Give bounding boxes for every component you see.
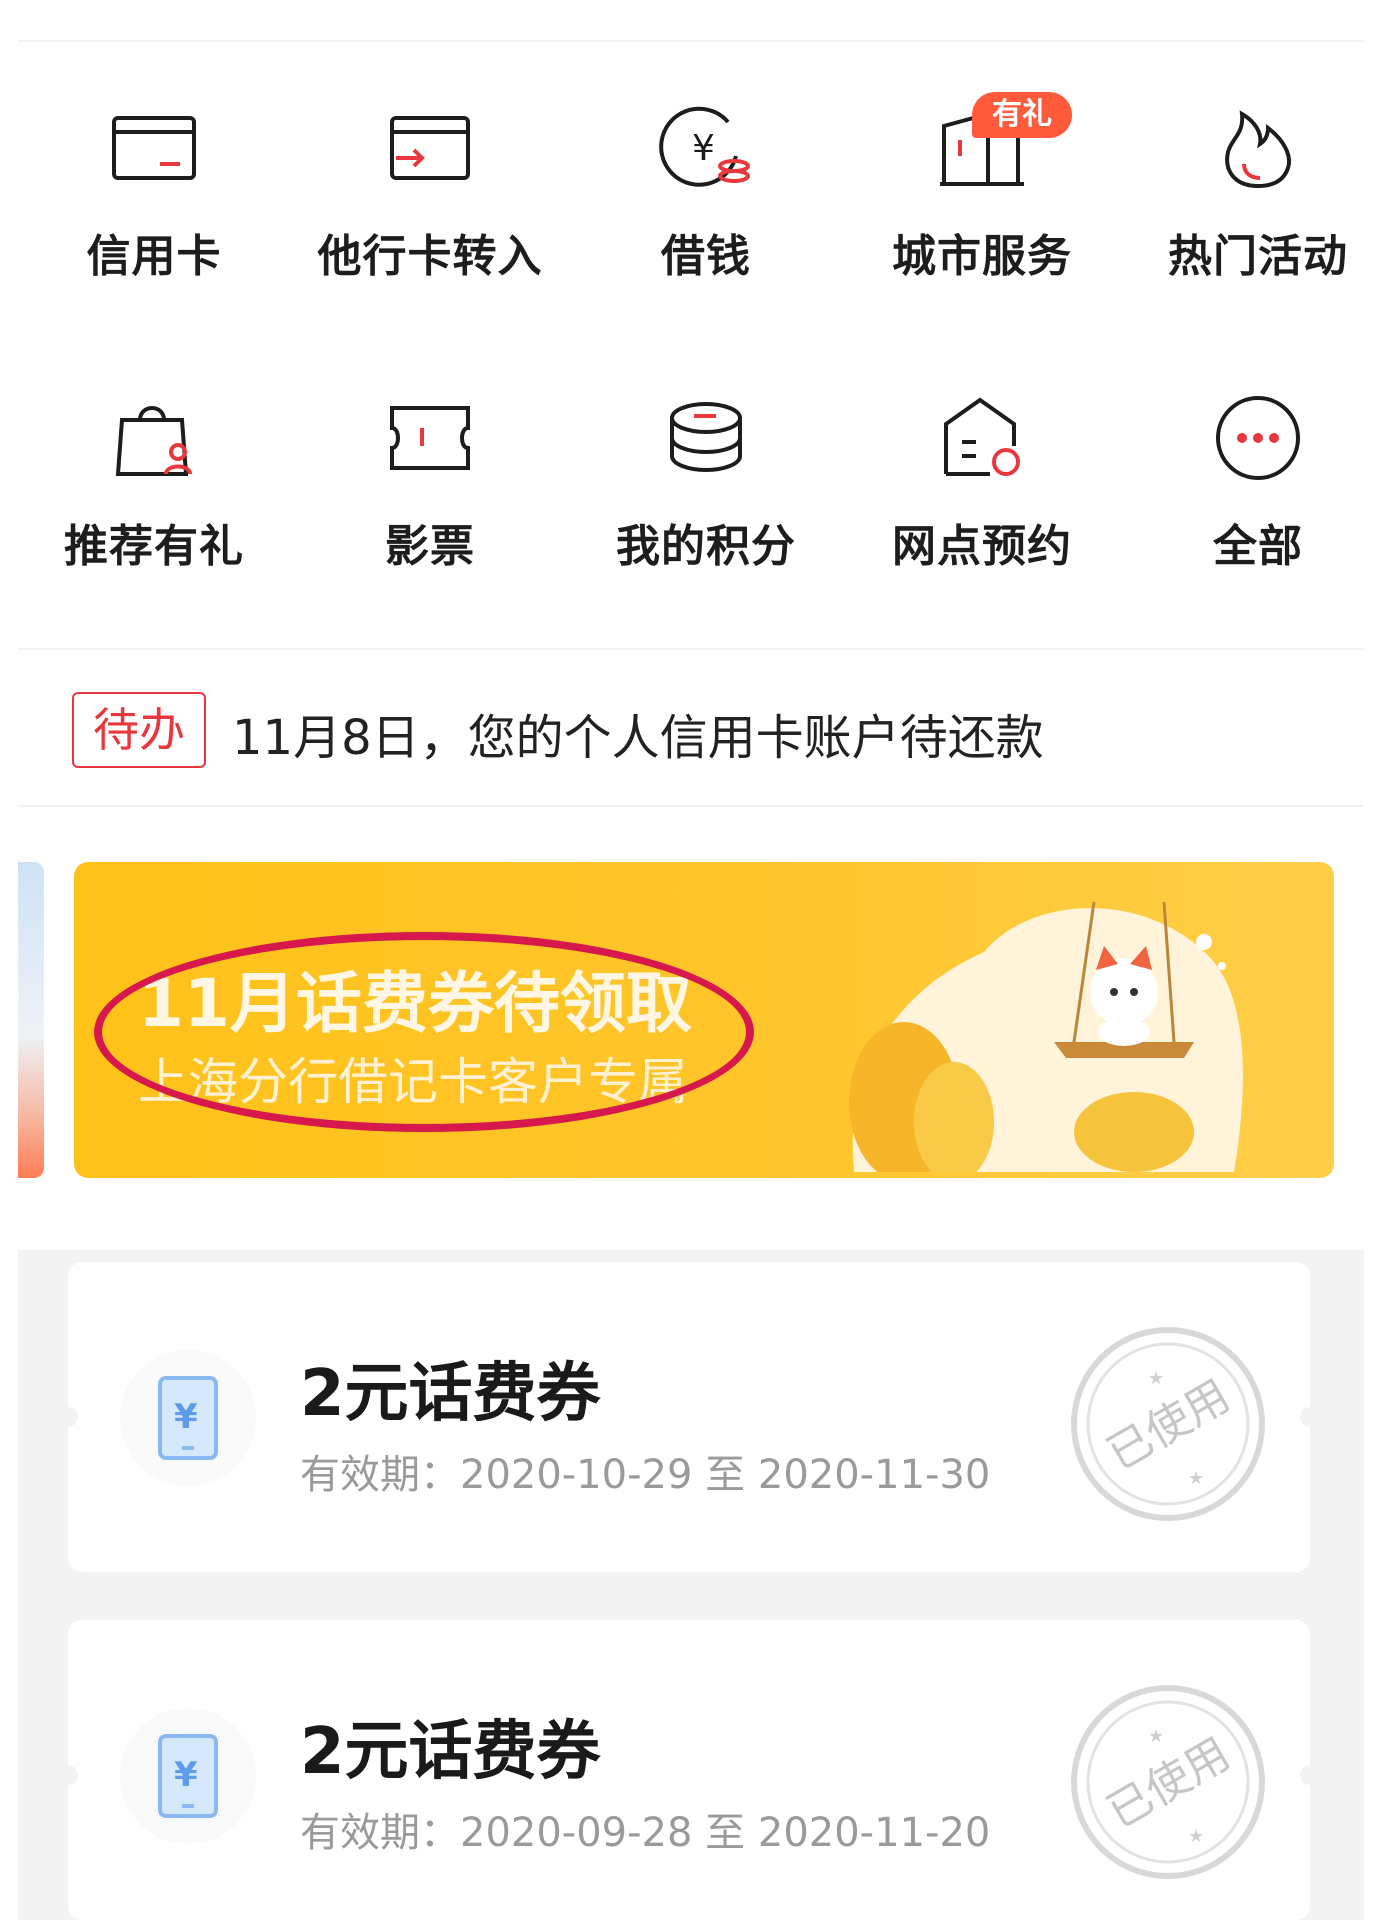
service-hot-activity[interactable]: 热门活动 [1120,90,1382,310]
service-label: 借钱 [661,231,751,282]
service-label: 热门活动 [1168,231,1348,282]
section-divider [18,805,1364,807]
service-all[interactable]: 全部 [1120,380,1382,600]
section-divider [18,648,1364,650]
credit-card-icon [106,100,202,196]
service-label: 网点预约 [892,521,1072,572]
svg-text:★: ★ [1148,1368,1164,1389]
coupon-card[interactable]: ¥ 2元话费券 有效期：2020-10-29 至 2020-11-30 已使用 … [58,1262,1320,1572]
todo-tag: 待办 [72,692,206,768]
highlight-annotation [94,932,754,1132]
movie-ticket-icon [382,390,478,486]
service-referral[interactable]: 推荐有礼 [16,380,292,600]
flame-icon [1210,100,1306,196]
service-label: 全部 [1213,521,1303,572]
service-movie-ticket[interactable]: 影票 [292,380,568,600]
coins-stack-icon [658,390,754,486]
service-label: 城市服务 [892,231,1072,282]
more-dots-icon [1210,390,1306,486]
banner-illustration [834,872,1254,1178]
service-label: 我的积分 [616,521,796,572]
service-branch-booking[interactable]: 网点预约 [844,380,1120,600]
svg-text:已使用: 已使用 [1099,1370,1239,1480]
card-transfer-icon [382,100,478,196]
coupon-notch [58,1765,78,1785]
svg-text:¥: ¥ [692,128,715,169]
coupon-name: 2元话费券 [300,1357,601,1431]
service-credit-card[interactable]: 信用卡 [16,90,292,310]
todo-text: 11月8日，您的个人信用卡账户待还款 [232,710,1044,766]
service-row-1: 信用卡 他行卡转入 ¥ 借钱 城市服务 热门活动 [0,90,1382,310]
banner-previous-slide[interactable] [18,862,44,1178]
shopping-bag-user-icon [106,390,202,486]
service-label: 信用卡 [86,231,222,282]
todo-bar[interactable]: 待办 11月8日，您的个人信用卡账户待还款 [72,688,1322,768]
phone-yuan-icon: ¥ [120,1350,256,1486]
used-stamp-icon: 已使用 ★ ★ [1068,1324,1268,1524]
coupon-validity: 有效期：2020-10-29 至 2020-11-30 [300,1452,991,1498]
service-loan[interactable]: ¥ 借钱 [568,90,844,310]
top-divider [18,40,1364,42]
service-label: 影票 [385,521,475,572]
gift-badge: 有礼 [972,92,1072,138]
coupon-notch [1300,1407,1320,1427]
service-row-2: 推荐有礼 影票 我的积分 网点预约 全部 [0,380,1382,600]
svg-text:¥: ¥ [174,1755,198,1795]
svg-text:★: ★ [1188,1826,1204,1847]
service-points[interactable]: 我的积分 [568,380,844,600]
service-card-transfer[interactable]: 他行卡转入 [292,90,568,310]
phone-yuan-icon: ¥ [120,1708,256,1844]
coupon-name: 2元话费券 [300,1715,601,1789]
coupon-notch [58,1407,78,1427]
coupon-notch [1300,1765,1320,1785]
branch-appointment-icon [934,390,1030,486]
coupon-validity: 有效期：2020-09-28 至 2020-11-20 [300,1810,991,1856]
used-stamp-icon: 已使用 ★ ★ [1068,1682,1268,1882]
coupon-card[interactable]: ¥ 2元话费券 有效期：2020-09-28 至 2020-11-20 已使用 … [58,1620,1320,1920]
service-label: 他行卡转入 [317,231,543,282]
svg-text:¥: ¥ [174,1397,198,1437]
svg-text:★: ★ [1148,1726,1164,1747]
loan-yuan-icon: ¥ [658,100,754,196]
svg-text:★: ★ [1188,1468,1204,1489]
service-label: 推荐有礼 [64,521,244,572]
svg-text:已使用: 已使用 [1099,1728,1239,1838]
